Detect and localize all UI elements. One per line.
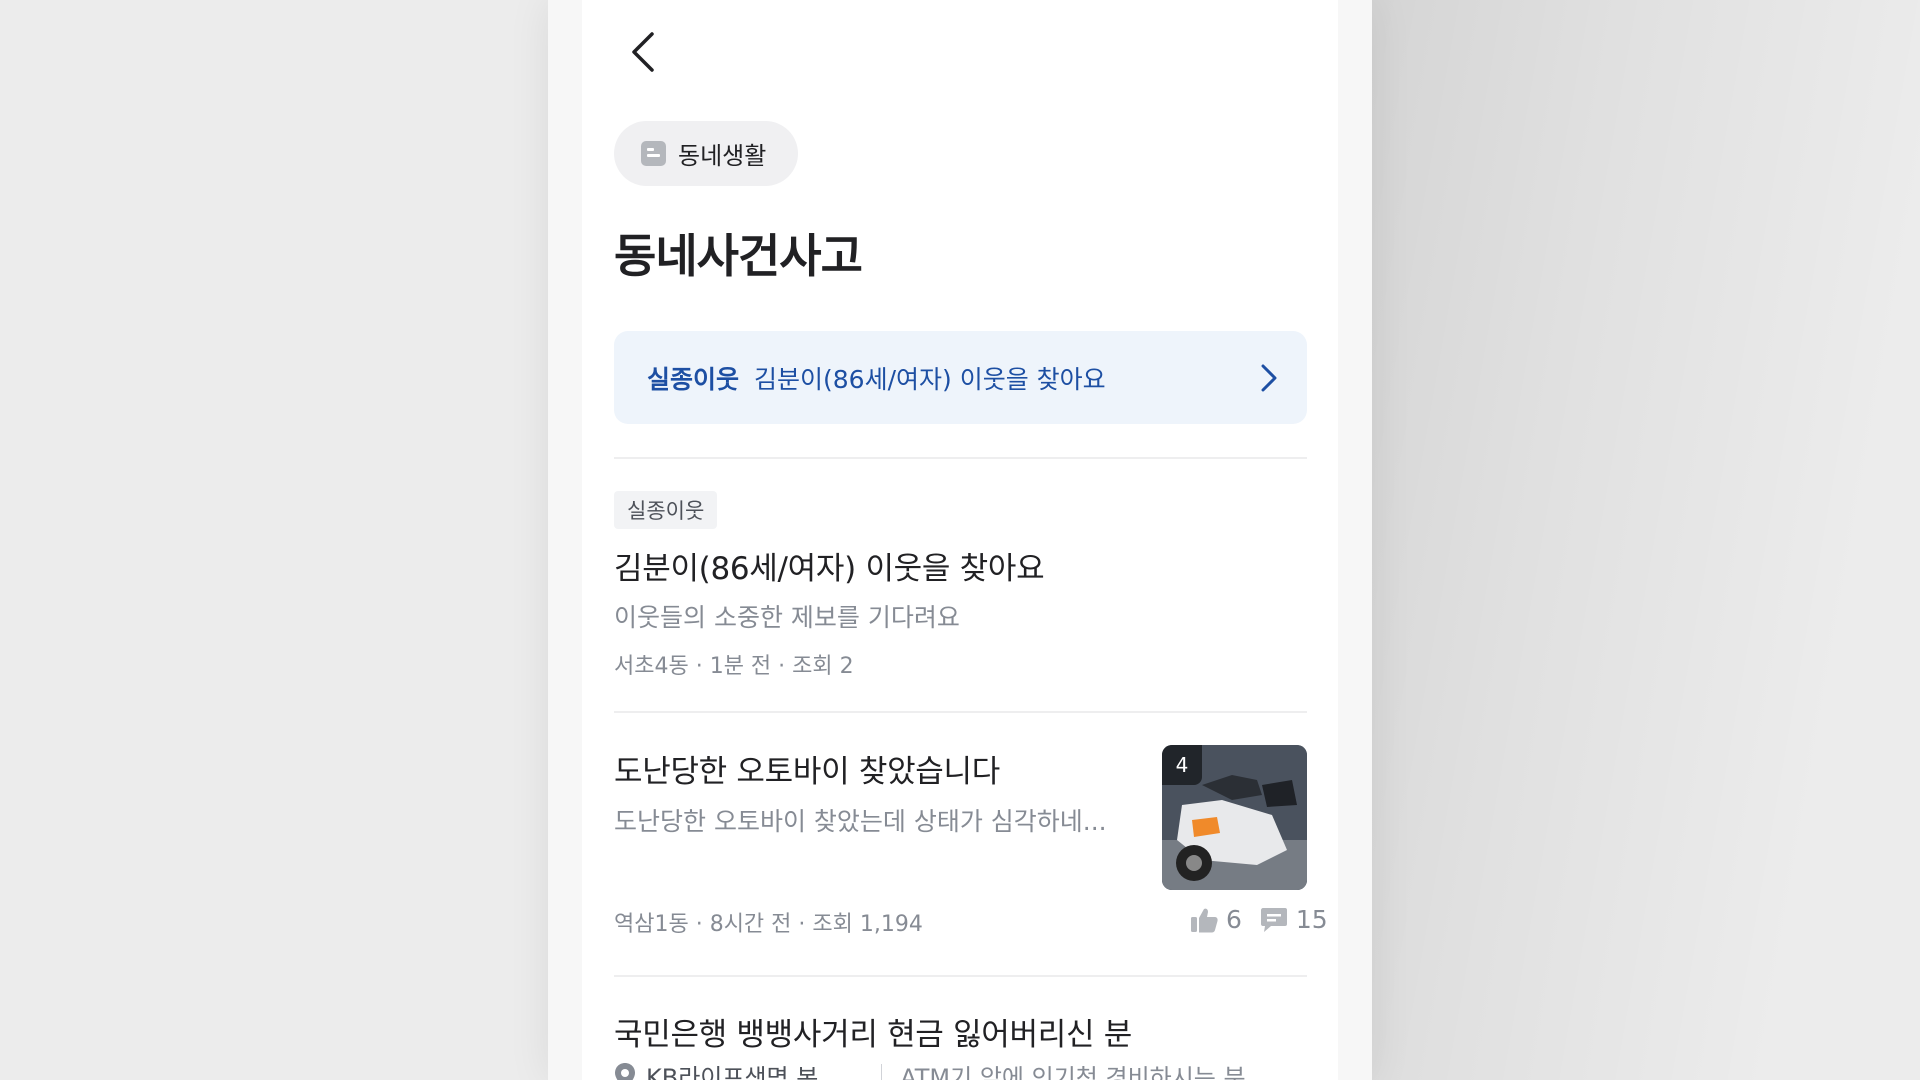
like-stat[interactable]: 6 [1190,905,1242,934]
post-subtitle: 이웃들의 소중한 제보를 기다려요 [614,603,960,632]
board-icon [641,141,666,166]
background-shadow [1360,0,1920,1080]
place-snippet: ATM기 앞에 인기척 경비하시는 분 [900,1064,1246,1080]
comment-count: 15 [1295,905,1328,934]
divider [614,457,1307,459]
post-badge: 실종이웃 [614,491,718,529]
post-title: 김분이(86세/여자) 이웃을 찾아요 [614,551,1045,587]
place-name: KB라이프생명 본... [646,1064,842,1080]
post-place-row: KB라이프생명 본... ATM기 앞에 인기척 경비하시는 분 [614,1058,1246,1080]
separator [881,1063,883,1080]
comment-icon [1260,907,1287,932]
page-title: 동네사건사고 [614,229,863,283]
location-pin-icon [615,1062,635,1080]
divider [614,975,1307,977]
thumbs-up-icon [1191,908,1218,932]
divider [614,711,1307,713]
category-label: 동네생활 [678,142,767,170]
like-count: 6 [1226,905,1242,934]
post-subtitle: 도난당한 오토바이 찾았는데 상태가 심각하네... [614,807,1107,836]
post-title: 국민은행 뱅뱅사거리 현금 잃어버리신 분 [614,1017,1132,1053]
back-button[interactable] [624,30,664,74]
missing-person-banner[interactable]: 실종이웃 김분이(86세/여자) 이웃을 찾아요 [614,331,1307,424]
comment-stat[interactable]: 15 [1260,905,1328,934]
post-title: 도난당한 오토바이 찾았습니다 [614,754,1000,790]
category-chip[interactable]: 동네생활 [614,121,798,186]
banner-text: 김분이(86세/여자) 이웃을 찾아요 [754,364,1106,394]
post-stats: 6 15 [1172,905,1328,934]
image-count-badge: 4 [1162,745,1202,785]
chevron-right-icon [1261,364,1277,392]
post-thumbnail[interactable]: 4 [1162,745,1307,890]
post-meta: 역삼1동 · 8시간 전 · 조회 1,194 [614,912,923,937]
banner-tag: 실종이웃 [647,364,740,394]
chevron-left-icon [632,32,654,72]
post-meta: 서초4동 · 1분 전 · 조회 2 [614,654,854,679]
